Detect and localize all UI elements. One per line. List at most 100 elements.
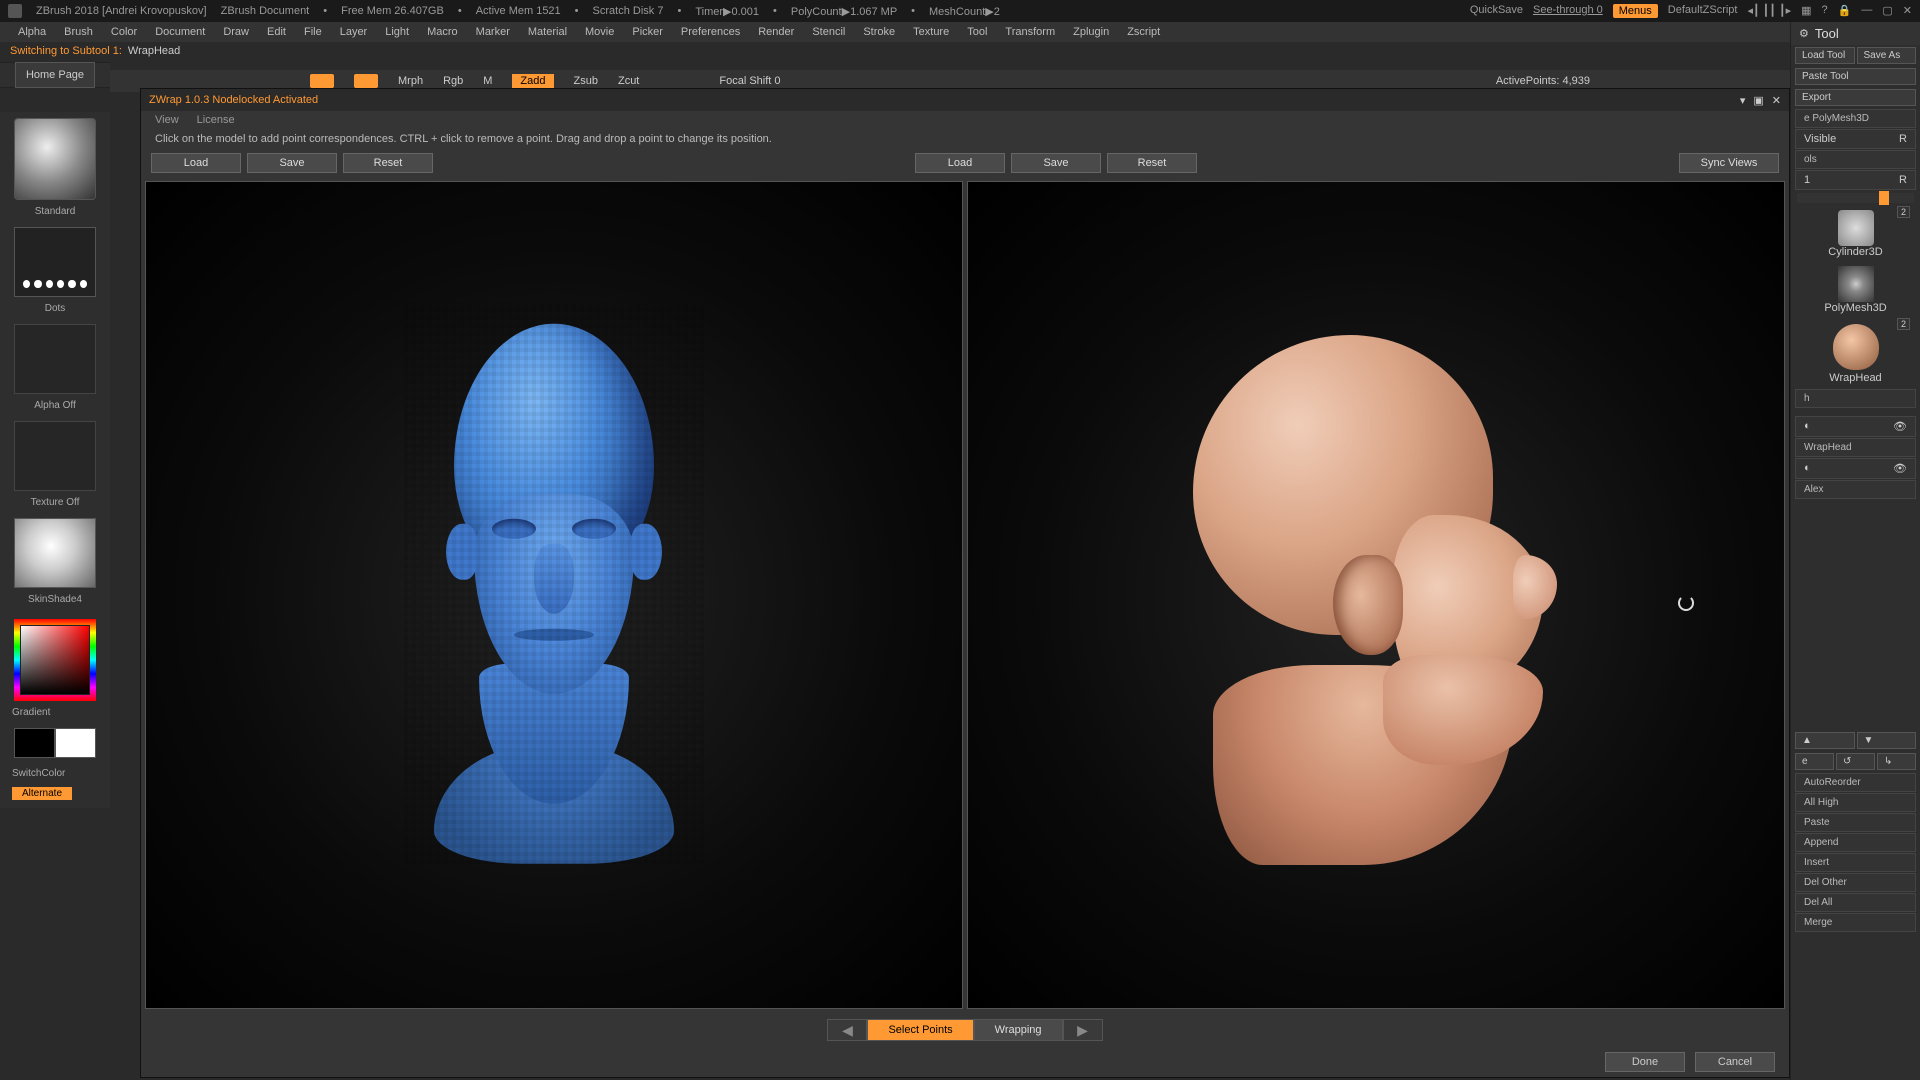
eye-icon-2[interactable]: 👁	[1893, 462, 1907, 475]
slider-row-1[interactable]: 1R	[1795, 170, 1916, 190]
merge-button[interactable]: Merge	[1795, 913, 1916, 932]
zwrap-titlebar[interactable]: ZWrap 1.0.3 Nodelocked Activated ▾ ▣ ✕	[141, 89, 1789, 111]
done-button[interactable]: Done	[1605, 1052, 1685, 1072]
paste-tool-button[interactable]: Paste Tool	[1795, 68, 1916, 85]
right-load-button[interactable]: Load	[915, 153, 1005, 173]
opt-zadd[interactable]: Zadd	[512, 74, 553, 88]
menu-marker[interactable]: Marker	[476, 26, 510, 38]
append-button[interactable]: Append	[1795, 833, 1916, 852]
menu-zplugin[interactable]: Zplugin	[1073, 26, 1109, 38]
subtool-slot-2[interactable]: ◐👁	[1795, 458, 1916, 479]
swatch-secondary[interactable]	[14, 728, 55, 758]
switchcolor-button[interactable]: SwitchColor	[6, 766, 104, 781]
up-icon[interactable]: ▲	[1795, 732, 1855, 749]
menu-tool[interactable]: Tool	[967, 26, 987, 38]
arrows-icon[interactable]: ◂┃ ┃┃ ┃▸	[1747, 4, 1791, 18]
menu-layer[interactable]: Layer	[340, 26, 368, 38]
close-icon[interactable]: ✕	[1903, 4, 1912, 18]
texture-thumb[interactable]	[14, 421, 96, 491]
menu-edit[interactable]: Edit	[267, 26, 286, 38]
down-icon[interactable]: ▼	[1857, 732, 1917, 749]
opt-rgb[interactable]: Rgb	[443, 75, 463, 87]
zscript-label[interactable]: DefaultZScript	[1668, 4, 1738, 18]
menu-stencil[interactable]: Stencil	[812, 26, 845, 38]
maximize-icon[interactable]: ▢	[1882, 4, 1892, 18]
menu-stroke[interactable]: Stroke	[863, 26, 895, 38]
layers-icon[interactable]: ▦	[1801, 4, 1811, 18]
alpha-thumb[interactable]	[14, 324, 96, 394]
menu-color[interactable]: Color	[111, 26, 137, 38]
collapse-icon[interactable]: ▾	[1740, 94, 1746, 107]
menu-texture[interactable]: Texture	[913, 26, 949, 38]
menu-file[interactable]: File	[304, 26, 322, 38]
opt-zsub[interactable]: Zsub	[574, 75, 598, 87]
opt-orange-2[interactable]	[354, 74, 378, 88]
menu-render[interactable]: Render	[758, 26, 794, 38]
sync-views-button[interactable]: Sync Views	[1679, 153, 1779, 173]
menu-zscript[interactable]: Zscript	[1127, 26, 1160, 38]
menu-movie[interactable]: Movie	[585, 26, 614, 38]
insert-button[interactable]: Insert	[1795, 853, 1916, 872]
step-wrapping[interactable]: Wrapping	[974, 1019, 1063, 1041]
menu-material[interactable]: Material	[528, 26, 567, 38]
left-reset-button[interactable]: Reset	[343, 153, 433, 173]
cancel-button[interactable]: Cancel	[1695, 1052, 1775, 1072]
target-viewport[interactable]	[967, 181, 1785, 1009]
swatch-primary[interactable]	[55, 728, 96, 758]
left-load-button[interactable]: Load	[151, 153, 241, 173]
gear-icon[interactable]: ⚙	[1799, 27, 1809, 40]
seethrough-slider[interactable]: See-through 0	[1533, 4, 1603, 18]
export-button[interactable]: Export	[1795, 89, 1916, 106]
allhigh-button[interactable]: All High	[1795, 793, 1916, 812]
gradient-toggle[interactable]: Gradient	[6, 705, 104, 720]
subtool-slot[interactable]: ◐👁	[1795, 416, 1916, 437]
visible-toggle[interactable]: VisibleR	[1795, 129, 1916, 149]
step-select-points[interactable]: Select Points	[867, 1019, 973, 1041]
menus-toggle[interactable]: Menus	[1613, 4, 1658, 18]
delother-button[interactable]: Del Other	[1795, 873, 1916, 892]
tool-polymesh3d[interactable]: PolyMesh3D	[1791, 262, 1920, 318]
right-reset-button[interactable]: Reset	[1107, 153, 1197, 173]
menu-alpha[interactable]: Alpha	[18, 26, 46, 38]
subtool-wraphead[interactable]: WrapHead	[1795, 438, 1916, 457]
popout-icon[interactable]: ▣	[1753, 94, 1763, 107]
opt-orange-1[interactable]	[310, 74, 334, 88]
row-h[interactable]: h	[1795, 389, 1916, 408]
focal-shift-slider[interactable]: Focal Shift 0	[719, 75, 780, 87]
color-swatches[interactable]	[14, 728, 96, 758]
make-polymesh-button[interactable]: e PolyMesh3D	[1795, 109, 1916, 128]
menu-picker[interactable]: Picker	[632, 26, 663, 38]
menu-draw[interactable]: Draw	[223, 26, 249, 38]
paste-button[interactable]: Paste	[1795, 813, 1916, 832]
menu-light[interactable]: Light	[385, 26, 409, 38]
material-thumb[interactable]	[14, 518, 96, 588]
stroke-thumb[interactable]	[14, 227, 96, 297]
menu-brush[interactable]: Brush	[64, 26, 93, 38]
save-as-button[interactable]: Save As	[1857, 47, 1917, 64]
target-mesh[interactable]	[1123, 315, 1563, 875]
brush-thumb[interactable]	[14, 118, 96, 200]
source-viewport[interactable]	[145, 181, 963, 1009]
zwrap-menu-view[interactable]: View	[155, 114, 179, 126]
lock-icon[interactable]: 🔒	[1838, 4, 1852, 18]
source-mesh[interactable]	[404, 304, 704, 864]
arrow-icon[interactable]: ↳	[1877, 753, 1916, 770]
autoreorder-button[interactable]: AutoReorder	[1795, 773, 1916, 792]
menu-preferences[interactable]: Preferences	[681, 26, 740, 38]
opt-zcut[interactable]: Zcut	[618, 75, 639, 87]
help-icon[interactable]: ?	[1822, 4, 1828, 18]
menu-document[interactable]: Document	[155, 26, 205, 38]
alternate-button[interactable]: Alternate	[12, 787, 72, 800]
step-next-icon[interactable]: ▶	[1063, 1019, 1103, 1041]
zwrap-menu-license[interactable]: License	[197, 114, 235, 126]
menu-transform[interactable]: Transform	[1005, 26, 1055, 38]
tool-panel-header[interactable]: ⚙ Tool	[1791, 22, 1920, 45]
delall-button[interactable]: Del All	[1795, 893, 1916, 912]
homepage-button[interactable]: Home Page	[15, 62, 95, 88]
step-prev-icon[interactable]: ◀	[827, 1019, 867, 1041]
left-save-button[interactable]: Save	[247, 153, 337, 173]
color-picker[interactable]	[14, 619, 96, 701]
load-tool-button[interactable]: Load Tool	[1795, 47, 1855, 64]
menu-macro[interactable]: Macro	[427, 26, 458, 38]
quicksave-button[interactable]: QuickSave	[1470, 4, 1523, 18]
